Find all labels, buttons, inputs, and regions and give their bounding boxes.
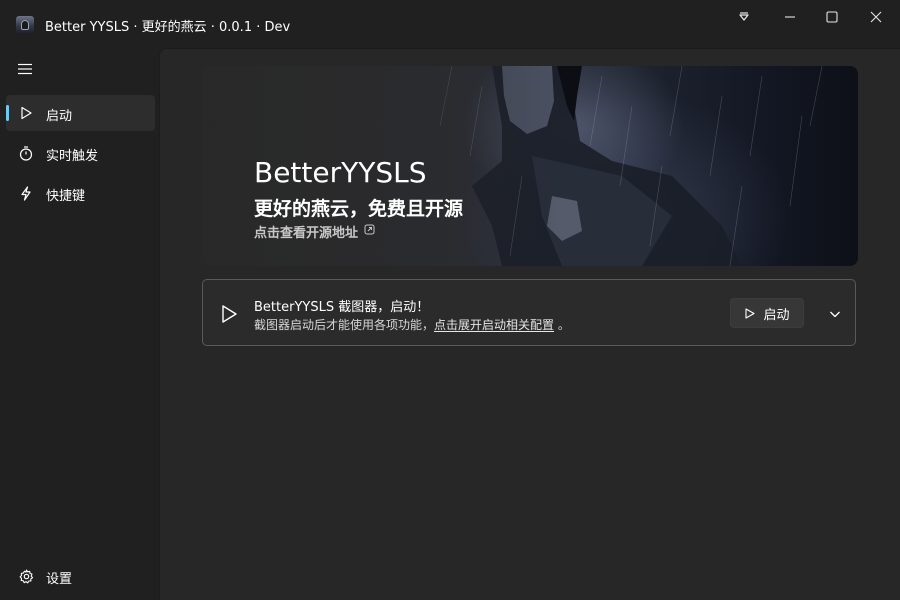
hero-subtitle: 更好的燕云，免费且开源 [254,198,464,220]
gear-icon [18,568,34,584]
launch-card: BetterYYSLS 截图器，启动！ 截图器启动后才能使用各项功能，点击展开启… [202,279,856,346]
start-button-label: 启动 [763,307,790,323]
sidebar-item-label: 快捷键 [46,189,86,204]
sidebar-item-label: 实时触发 [46,149,99,164]
sidebar-item-hotkey[interactable]: 快捷键 [6,175,155,211]
dropdown-icon[interactable] [724,4,764,30]
timer-icon [18,145,34,161]
play-icon [744,304,756,323]
external-link-icon [364,224,375,239]
active-indicator [6,105,9,121]
start-button[interactable]: 启动 [730,298,804,328]
window-title: Better YYSLS · 更好的燕云 · 0.0.1 · Dev [45,20,291,35]
main-content: BetterYYSLS 更好的燕云，免费且开源 点击查看开源地址 BetterY… [159,48,900,600]
hero-title: BetterYYSLS [254,156,427,189]
expand-config-link[interactable]: 点击展开启动相关配置 [434,318,554,332]
sidebar-item-realtime-trigger[interactable]: 实时触发 [6,135,155,171]
launch-card-title: BetterYYSLS 截图器，启动！ [254,300,430,315]
sidebar: 启动 实时触发 快捷键 设置 [0,48,159,600]
launch-card-description: 截图器启动后才能使用各项功能，点击展开启动相关配置 。 [254,316,570,333]
close-icon[interactable] [856,4,896,30]
app-logo-icon [16,16,34,34]
lightning-icon [18,185,34,201]
launch-card-desc-suffix: 。 [557,318,570,332]
play-icon [18,105,34,121]
hamburger-icon[interactable] [12,56,38,82]
sidebar-item-label: 启动 [46,109,73,124]
hero-banner: BetterYYSLS 更好的燕云，免费且开源 点击查看开源地址 [202,66,858,266]
title-bar: Better YYSLS · 更好的燕云 · 0.0.1 · Dev [0,0,900,48]
open-source-link-label: 点击查看开源地址 [254,226,359,241]
launch-card-desc-prefix: 截图器启动后才能使用各项功能， [254,318,435,332]
maximize-icon[interactable] [812,4,852,30]
sidebar-item-launch[interactable]: 启动 [6,95,155,131]
sidebar-item-settings[interactable]: 设置 [6,558,155,594]
play-icon [219,304,239,324]
open-source-link[interactable]: 点击查看开源地址 [254,222,375,241]
minimize-icon[interactable] [770,4,810,30]
sidebar-item-label: 设置 [46,572,73,587]
chevron-down-icon[interactable] [823,304,847,324]
